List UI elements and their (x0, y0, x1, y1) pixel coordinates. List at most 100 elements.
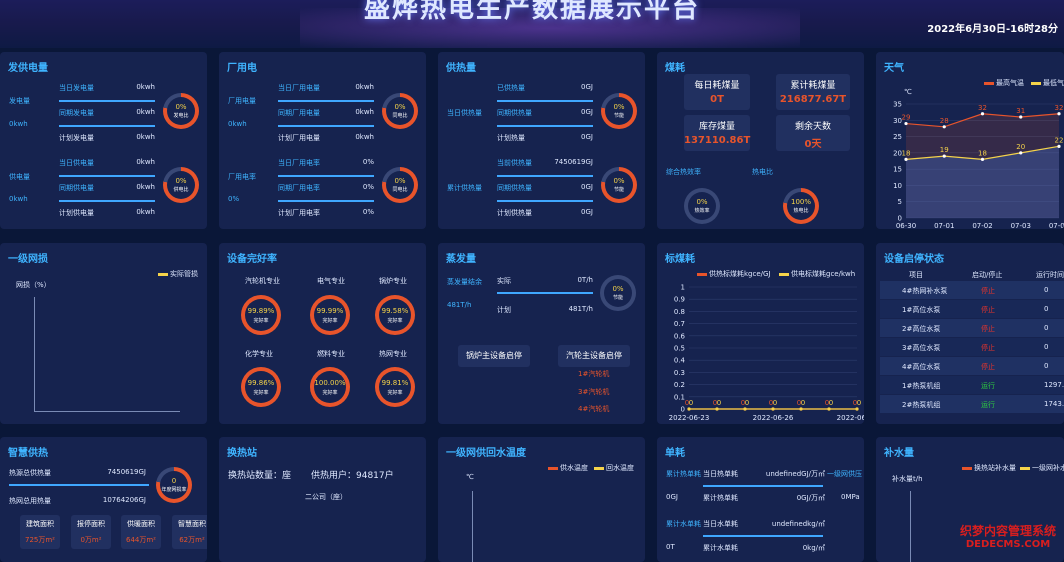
pressure-label: 一级网供压 (827, 470, 862, 478)
loss-axis-label: 网损（%） (16, 281, 51, 289)
row-label: 当日水单耗 (703, 520, 738, 528)
row-value: 0GJ (581, 133, 593, 141)
panel-station: 换热站 换热站数量：座 供热用户：94817户 二公司（座） (219, 437, 426, 562)
data-label: 0 (689, 399, 693, 407)
panel-unit-cost: 单耗 累计热单耗 0GJ 当日热单耗 undefinedGJ/万㎡ 累计热单耗 … (657, 437, 864, 562)
legend-label: 一级网补水 (1032, 464, 1064, 472)
area-box: 建筑面积 725万m² (20, 515, 60, 549)
panel-title: 天气 (884, 63, 904, 74)
table-row: 4#高位水泵 停止 0 (880, 357, 1064, 375)
legend-station: 换热站补水量 (962, 463, 1016, 473)
progress-bar (59, 100, 155, 102)
ring-label: 完好率 (322, 318, 338, 324)
equip-name: 汽轮机专业 (245, 277, 280, 285)
turbine-switch-button[interactable]: 汽轮主设备启停 (558, 345, 630, 367)
boiler-switch-button[interactable]: 锅炉主设备启停 (458, 345, 530, 367)
data-label: 31 (1016, 107, 1025, 115)
cell-status: 停止 (981, 363, 995, 371)
axis-x (34, 411, 180, 412)
data-label: 32 (1055, 104, 1064, 112)
sup-value: 0kwh (9, 195, 28, 203)
heat-total-ring: 0% 节能 (601, 167, 637, 203)
data-point (1057, 144, 1061, 148)
ring-label: 年度网损率 (161, 487, 187, 493)
legend-label: 实际管损 (170, 270, 198, 278)
cell-runtime: 0 (1044, 324, 1049, 332)
panel-power: 发供电量 发电量 0kwh 当日发电量 0kwh 同期发电量 0kwh 计划发电… (0, 52, 207, 229)
equip-ring: 99.89% 完好率 (241, 295, 281, 335)
heat-total-label: 累计供热量 (447, 184, 482, 192)
area-label: 智慧面积 (178, 520, 206, 528)
area-label: 报停面积 (77, 520, 105, 528)
data-label: 29 (902, 114, 911, 122)
data-label: 0 (773, 399, 777, 407)
panel-coal: 煤耗 每日耗煤量 0T 累计耗煤量 216877.67T 库存煤量 137110… (657, 52, 864, 229)
row-value: 0GJ (581, 183, 593, 191)
area-value: 62万m² (179, 536, 205, 544)
row-label: 计划 (497, 306, 511, 314)
turbine-item: 4#汽轮机 (578, 405, 610, 413)
box-label: 剩余天数 (794, 122, 831, 132)
panel-title: 一级网供回水温度 (446, 448, 526, 459)
axis-y (472, 491, 473, 562)
row-label: 当日供电量 (59, 159, 94, 167)
x-tick-label: 07-02 (972, 222, 992, 229)
row-label: 同期发电量 (59, 109, 94, 117)
panel-network-loss: 一级网损 实际管损 网损（%） (0, 243, 207, 424)
area-value: 0万m² (80, 536, 102, 544)
plant-rate-value: 0% (228, 195, 240, 203)
row-value: 481T/h (568, 305, 593, 313)
y-tick-label: 0.7 (674, 320, 685, 328)
row-value: 0GJ/万㎡ (796, 494, 825, 502)
cell-name: 4#高位水泵 (902, 363, 941, 371)
y-tick-label: 0.6 (674, 332, 686, 340)
button-label: 汽轮主设备启停 (566, 351, 622, 360)
data-point (1057, 112, 1061, 116)
panel-status: 设备启停状态 项目 启动/停止 运行时间 4#热网补水泵 停止 0 1#高位水泵 停止 0… (876, 243, 1064, 424)
y-tick-label: 0.5 (674, 345, 685, 353)
legend-primary: 一级网补水 (1020, 463, 1064, 473)
row-label: 同期厂用电率 (278, 184, 320, 192)
progress-bar (278, 200, 374, 202)
ring-label: 发电比 (173, 113, 189, 119)
panel-weather: 天气 最高气温 最低气温 ℃ 0510152025303506-3007-010… (876, 52, 1064, 229)
y-tick-label: 0.2 (674, 381, 685, 389)
heat-cost-label: 累计热单耗 (666, 470, 701, 478)
ring-value: 0% (175, 177, 187, 185)
col-header: 启动/停止 (972, 271, 1003, 279)
data-label: 0 (801, 399, 805, 407)
row-value: 0kwh (355, 83, 374, 91)
ring-value: 99.58% (381, 307, 409, 315)
data-point (855, 407, 859, 411)
equip-name: 电气专业 (317, 277, 345, 285)
table-row: 2#热泵机组 运行 1743.18 (880, 395, 1064, 413)
ring-label: 完好率 (253, 318, 269, 324)
y-tick-label: 10 (893, 182, 902, 190)
equip-ring: 99.99% 完好率 (310, 295, 350, 335)
gen-label: 发电量 (9, 97, 30, 105)
ring-label: 供电比 (173, 187, 189, 193)
row-label: 同期厂用电量 (278, 109, 320, 117)
legend-label: 最低气温 (1043, 79, 1064, 87)
equip-name: 锅炉专业 (379, 277, 407, 285)
progress-bar (703, 535, 823, 537)
cell-runtime: 1743.18 (1044, 400, 1064, 408)
row-value: 7450619GJ (107, 468, 146, 476)
legend-label: 供热标煤耗kgce/GJ (709, 270, 771, 278)
row-value: 0kwh (136, 83, 155, 91)
station-count: 换热站数量：座 (228, 471, 292, 481)
cell-name: 2#热泵机组 (902, 401, 941, 409)
row-label: 热网总用热量 (9, 497, 51, 505)
panel-title: 蒸发量 (446, 254, 476, 265)
row-value: 0kg/㎡ (802, 544, 825, 552)
cell-runtime: 0 (1044, 343, 1049, 351)
ring-value: 0% (394, 177, 406, 185)
equip-ring: 99.81% 完好率 (375, 367, 415, 407)
area-value: 725万m² (25, 536, 55, 544)
ring-label: 完好率 (253, 390, 269, 396)
row-label: 计划厂用电量 (278, 134, 320, 142)
box-label: 每日耗煤量 (694, 81, 740, 91)
ring-value: 0 (171, 477, 177, 485)
data-point (715, 407, 719, 411)
x-tick-label: 2022-06-29 (837, 414, 864, 422)
